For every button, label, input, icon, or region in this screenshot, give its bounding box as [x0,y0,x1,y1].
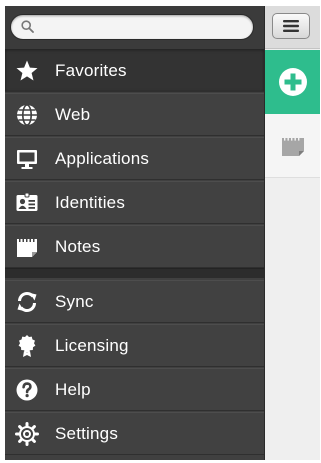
star-icon [15,59,39,83]
menu-item-applications[interactable]: Applications [5,137,264,180]
notes-tab[interactable] [265,114,320,178]
search-field[interactable] [10,14,254,40]
search-bar [5,6,264,49]
menu-item-label: Identities [55,193,126,212]
award-ribbon-icon [15,334,39,358]
side-drawer: Favorites Web Applications Identities No… [5,6,264,460]
add-item-button[interactable] [265,50,320,114]
menu-item-identities[interactable]: Identities [5,181,264,224]
menu-item-label: Settings [55,424,119,443]
menu-item-web[interactable]: Web [5,93,264,136]
monitor-icon [15,147,39,171]
menu-divider [5,268,264,278]
menu-item-label: Applications [55,149,150,168]
menu-item-favorites[interactable]: Favorites [5,49,264,92]
menu-item-label: Web [55,105,91,124]
menu-item-label: Favorites [55,61,127,80]
sync-icon [15,290,39,314]
gear-icon [15,422,39,446]
right-panel [264,6,320,460]
menu-item-label: Help [55,380,91,399]
menu-item-label: Licensing [55,336,129,355]
plus-circle-icon [279,68,307,96]
search-icon [21,20,34,33]
menu-item-help[interactable]: Help [5,368,264,411]
right-toolbar [265,6,320,49]
note-icon [282,137,304,156]
hamburger-icon [283,20,299,32]
menu-item-sync[interactable]: Sync [5,280,264,323]
id-card-icon [15,191,39,215]
globe-icon [15,103,39,127]
help-icon [15,378,39,402]
menu-item-label: Sync [55,292,94,311]
menu-item-settings[interactable]: Settings [5,412,264,455]
menu-toggle-button[interactable] [272,13,310,39]
app-frame: Favorites Web Applications Identities No… [5,6,320,460]
menu-item-label: Notes [55,237,101,256]
note-icon [15,235,39,259]
menu-item-licensing[interactable]: Licensing [5,324,264,367]
menu-item-notes[interactable]: Notes [5,225,264,268]
search-input[interactable] [39,17,253,39]
